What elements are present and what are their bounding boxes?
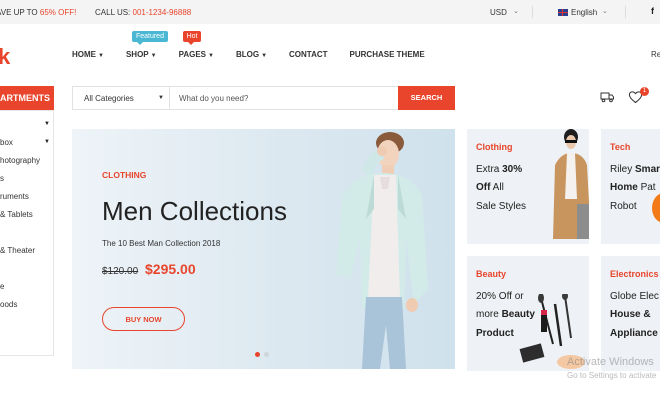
main-nav: HOME ▼ Featured SHOP ▼ Hot PAGES ▼ BLOG ▼ CONT… — [72, 31, 447, 59]
uk-flag-icon — [558, 9, 568, 16]
dept-item[interactable]: ruments — [0, 192, 29, 201]
hot-badge: Hot — [182, 31, 202, 45]
card-line: Home Pat — [610, 182, 656, 193]
card-line: Appliance — [610, 328, 658, 339]
logo[interactable]: k — [0, 44, 10, 70]
nav-pages[interactable]: Hot PAGES ▼ — [179, 31, 214, 59]
hero-title: Men Collections — [102, 196, 287, 226]
caret-down-icon: ▼ — [98, 53, 104, 59]
facebook-icon[interactable]: f — [651, 6, 654, 16]
chevron-down-icon: ⌄ — [602, 8, 608, 15]
electronics-card[interactable]: Electronics Globe Elec House & Appliance — [601, 256, 660, 371]
chevron-down-icon: ⌄ — [513, 8, 519, 15]
promo-highlight: 65% OFF! — [39, 8, 77, 17]
caret-down-icon: ▼ — [208, 53, 214, 59]
card-line: Off All — [476, 182, 504, 193]
dept-item[interactable]: & Theater — [0, 246, 35, 255]
card-title: Electronics — [610, 269, 659, 279]
dept-item[interactable]: e — [0, 282, 4, 291]
truck-icon[interactable] — [600, 91, 614, 103]
caret-down-icon: ▼ — [158, 95, 164, 101]
buy-now-button[interactable]: BUY NOW — [102, 307, 185, 331]
nav-purchase-theme[interactable]: PURCHASE THEME — [350, 50, 425, 59]
hero-subtitle: The 10 Best Man Collection 2018 — [102, 239, 221, 248]
call-us-text: CALL US: 001-1234-96888 — [95, 8, 192, 17]
card-line: Extra 30% — [476, 164, 523, 175]
phone-number[interactable]: 001-1234-96888 — [133, 8, 192, 17]
card-line: Sale Styles — [476, 201, 527, 212]
page: AVE UP TO 65% OFF! CALL US: 001-1234-968… — [0, 0, 660, 400]
currency-selector[interactable]: USD — [490, 8, 507, 17]
promo-text: AVE UP TO 65% OFF! — [0, 8, 77, 17]
clothing-card[interactable]: Clothing Extra 30% Off All Sale Styles — [467, 129, 589, 244]
language-label: English — [571, 8, 598, 17]
card-line: 20% Off or — [476, 291, 524, 302]
caret-down-icon: ▼ — [44, 121, 50, 127]
card-line: Riley Smar — [610, 164, 660, 175]
tech-card[interactable]: Tech Riley Smar Home Pat Robot — [601, 129, 660, 244]
card-title: Beauty — [476, 269, 507, 279]
activate-windows-watermark: Activate Windows — [567, 356, 654, 368]
robot-image — [652, 193, 660, 223]
hero-banner: CLOTHING Men Collections The 10 Best Man… — [72, 129, 455, 369]
hero-kicker: CLOTHING — [102, 170, 147, 180]
departments-menu: ▼ box ▼ hotography s ruments & Tablets &… — [0, 110, 54, 356]
featured-badge: Featured — [131, 31, 168, 45]
divider — [532, 6, 533, 18]
caret-down-icon: ▼ — [261, 53, 268, 59]
card-line: Globe Elec — [610, 291, 659, 302]
search-button[interactable]: SEARCH — [398, 86, 455, 110]
header-right-link[interactable]: Re — [651, 50, 660, 59]
search-input[interactable] — [170, 87, 398, 109]
card-title: Tech — [610, 142, 631, 152]
card-line: Robot — [610, 201, 637, 212]
coat-model-image — [553, 129, 589, 239]
slider-dots — [255, 352, 269, 357]
wishlist-count-badge: 1 — [640, 87, 649, 96]
dept-item[interactable]: s — [0, 174, 4, 183]
category-select[interactable]: All Categories ▼ — [73, 87, 170, 109]
nav-contact[interactable]: CONTACT — [289, 50, 328, 59]
search-bar: All Categories▼ SEARCH — [72, 86, 455, 110]
dept-item[interactable]: oods — [0, 300, 17, 309]
slider-dot[interactable] — [264, 352, 269, 357]
card-line: Product — [476, 328, 514, 339]
nav-blog[interactable]: BLOG ▼ — [236, 50, 267, 59]
caret-down-icon: ▼ — [150, 53, 157, 59]
dept-item[interactable]: box — [0, 138, 13, 147]
nav-shop[interactable]: Featured SHOP ▼ — [126, 31, 168, 59]
old-price: $120.00 — [102, 266, 139, 277]
card-line: House & — [610, 309, 651, 320]
language-selector[interactable]: English — [558, 8, 597, 17]
divider — [625, 6, 626, 18]
card-title: Clothing — [476, 142, 513, 152]
departments-header[interactable]: ARTMENTS — [0, 86, 54, 110]
nav-home[interactable]: HOME ▼ — [72, 50, 104, 59]
hero-model-image — [336, 132, 428, 369]
activate-windows-hint: Go to Settings to activate — [567, 371, 657, 380]
caret-down-icon: ▼ — [44, 139, 50, 145]
dept-item[interactable]: hotography — [0, 156, 40, 165]
beauty-card[interactable]: Beauty 20% Off or more Beauty Product — [467, 256, 589, 371]
top-bar: AVE UP TO 65% OFF! CALL US: 001-1234-968… — [0, 0, 660, 24]
slider-dot-active[interactable] — [255, 352, 260, 357]
dept-item[interactable]: & Tablets — [0, 210, 33, 219]
new-price: $295.00 — [145, 261, 196, 277]
